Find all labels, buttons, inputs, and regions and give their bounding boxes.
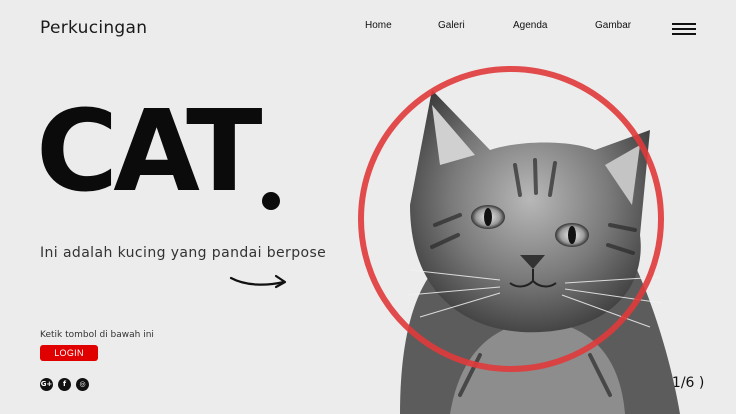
top-nav: Home Galeri Agenda Gambar <box>0 20 736 36</box>
arrow-right-icon <box>229 274 287 289</box>
instagram-icon[interactable]: ◎ <box>76 378 89 391</box>
hero-title: CAT <box>36 87 263 217</box>
hamburger-menu-icon[interactable] <box>672 23 696 37</box>
nav-home[interactable]: Home <box>365 20 392 31</box>
cat-photo <box>358 66 680 414</box>
login-hint: Ketik tombol di bawah ini <box>40 330 154 340</box>
facebook-icon[interactable]: f <box>58 378 71 391</box>
nav-galeri[interactable]: Galeri <box>438 20 465 31</box>
nav-agenda[interactable]: Agenda <box>513 20 547 31</box>
nav-gambar[interactable]: Gambar <box>595 20 631 31</box>
login-button[interactable]: LOGIN <box>40 345 98 361</box>
hero-tagline: Ini adalah kucing yang pandai berpose <box>40 245 327 261</box>
google-plus-icon[interactable]: G+ <box>40 378 53 391</box>
hero-title-dot <box>262 192 280 210</box>
